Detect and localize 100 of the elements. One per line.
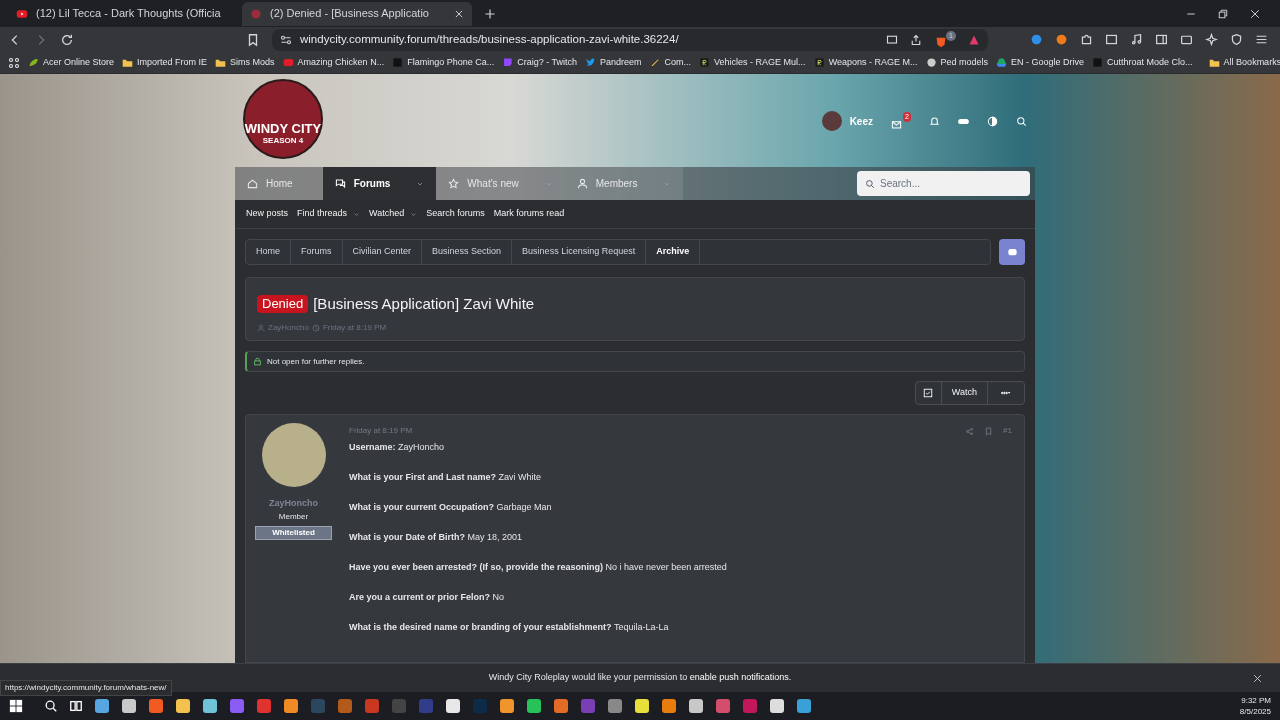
bookmark[interactable]: Acer Online Store [28,55,115,70]
app-icon[interactable] [175,698,191,714]
chat-bubble-icon [502,57,514,68]
app-icon[interactable] [526,698,542,714]
bookmark[interactable]: Amazing Chicken N... [282,55,385,70]
subnav-link[interactable]: Search forums [426,207,485,221]
app-icon[interactable] [283,698,299,714]
answer-line: What is your Date of Birth? May 18, 2001 [349,531,524,544]
enable-push-link[interactable]: enable push notifications. [689,672,792,683]
app-icon[interactable] [661,698,677,714]
person-icon [576,178,588,189]
bird-icon [585,57,597,68]
puzzle-icon[interactable] [1080,33,1093,46]
reload-icon[interactable] [60,32,74,47]
folder-icon [1208,57,1220,68]
app-icon[interactable] [499,698,515,714]
site-settings-icon [280,33,292,46]
app-icon[interactable] [796,698,812,714]
search-field[interactable]: Search... [857,171,1030,196]
app-icon[interactable] [445,698,461,714]
checkbox-icon [923,388,934,398]
bookmark-icon[interactable] [246,32,260,47]
clock-icon [311,323,320,332]
letter-r-icon [699,57,711,68]
app-icon[interactable] [202,698,218,714]
answer-line: Have you ever been arrested? (If so, provide the reasoning) No i have never been arrested [349,561,728,574]
clock-date[interactable]: 8/5/2025 [1239,706,1271,717]
close-icon[interactable] [1250,8,1260,19]
browser-tab[interactable]: (2) Denied - [Business Applicatio [242,1,472,26]
bookmark-folder[interactable]: All Bookmarks [1208,55,1280,70]
thread-date: Friday at 8:19 PM [322,321,387,334]
breadcrumb-link[interactable]: Archive [646,240,701,264]
discord-button[interactable] [999,239,1025,265]
subnav-link[interactable]: New posts [246,207,289,221]
bookmark[interactable]: Pandreem [585,55,642,70]
pencil-icon [649,57,661,68]
menu-icon[interactable] [1255,33,1268,46]
breadcrumb-link[interactable]: Civilian Center [342,240,423,264]
bell-icon[interactable] [929,115,940,127]
notice-text: Not open for further replies. [267,355,365,368]
play-icon [16,7,28,20]
restore-icon[interactable] [1218,8,1228,19]
bookmark[interactable]: Cutthroat Mode Clo... [1092,55,1193,70]
answer-line: What is the desired name or branding of your establishment? Tequila-La-La [349,621,670,634]
cast-icon[interactable] [886,33,898,46]
bookmark[interactable]: Flamingo Phone Ca... [392,55,495,70]
clock-time[interactable]: 9:32 PM [1241,695,1271,706]
music-icon[interactable] [1130,33,1143,46]
breadcrumb-link[interactable]: Forums [291,240,343,264]
windows-icon[interactable] [9,699,23,713]
breadcrumb-link[interactable]: Business Section [422,240,513,264]
subnav-link[interactable]: Find threads [297,207,361,221]
subnav-link[interactable]: Mark forums read [493,207,565,221]
close-icon[interactable] [1253,673,1262,683]
bookmark[interactable]: Craig? - Twitch [502,55,578,70]
close-icon[interactable] [454,8,464,19]
triangle-icon[interactable] [968,33,980,46]
chat-bubbles-icon [334,178,346,189]
share-icon[interactable] [910,33,922,46]
bookmark[interactable]: Sims Mods [215,55,275,70]
star-icon [448,178,460,189]
apps-grid-icon[interactable] [8,56,20,69]
answer-line: What is your First and Last name? Zavi White [349,471,543,484]
logo-icon [250,7,262,20]
app-icon[interactable] [121,698,137,714]
breadcrumb-link[interactable]: Business Licensing Request [512,240,647,264]
browser-tab[interactable]: (12) Lil Tecca - Dark Thoughts (Officia [8,1,238,26]
sidebar-icon[interactable] [1155,33,1168,46]
bookmark[interactable]: Vehicles - RAGE Mul... [699,55,806,70]
drive-icon [996,57,1008,68]
plus-icon[interactable] [484,7,496,20]
breadcrumb-link[interactable]: Home [246,240,291,264]
bookmark[interactable]: Com... [649,55,692,70]
caret-icon [353,210,361,218]
envelope-icon [891,119,902,130]
shield-icon[interactable] [1230,33,1243,46]
watch-button[interactable]: Watch [941,382,988,404]
window-icon[interactable] [1105,33,1118,46]
wallet-icon[interactable] [1180,33,1193,46]
subnav-link[interactable]: Watched [369,207,418,221]
home-icon [247,178,258,189]
user-banner: Whitelisted [255,525,332,540]
nav-tab[interactable]: Forums [322,167,437,200]
app-icon [392,57,404,68]
task-view-icon[interactable] [69,699,83,713]
app-icon[interactable] [688,698,704,714]
bookmark[interactable]: Weapons - RAGE M... [813,55,918,70]
bookmark[interactable]: Imported From IE [122,55,208,70]
app-icon[interactable] [634,698,650,714]
sparkle-icon[interactable] [1205,33,1218,46]
contrast-icon[interactable] [987,115,998,127]
letter-r-icon [813,57,825,68]
search-icon[interactable] [44,699,58,713]
user-title: Member [278,510,309,523]
caret-icon [410,210,418,218]
app-icon[interactable] [94,698,110,714]
app-icon[interactable] [769,698,785,714]
bookmark[interactable]: Ped models [925,55,989,70]
bookmark[interactable]: EN - Google Drive [996,55,1085,70]
folder-icon [215,57,227,68]
